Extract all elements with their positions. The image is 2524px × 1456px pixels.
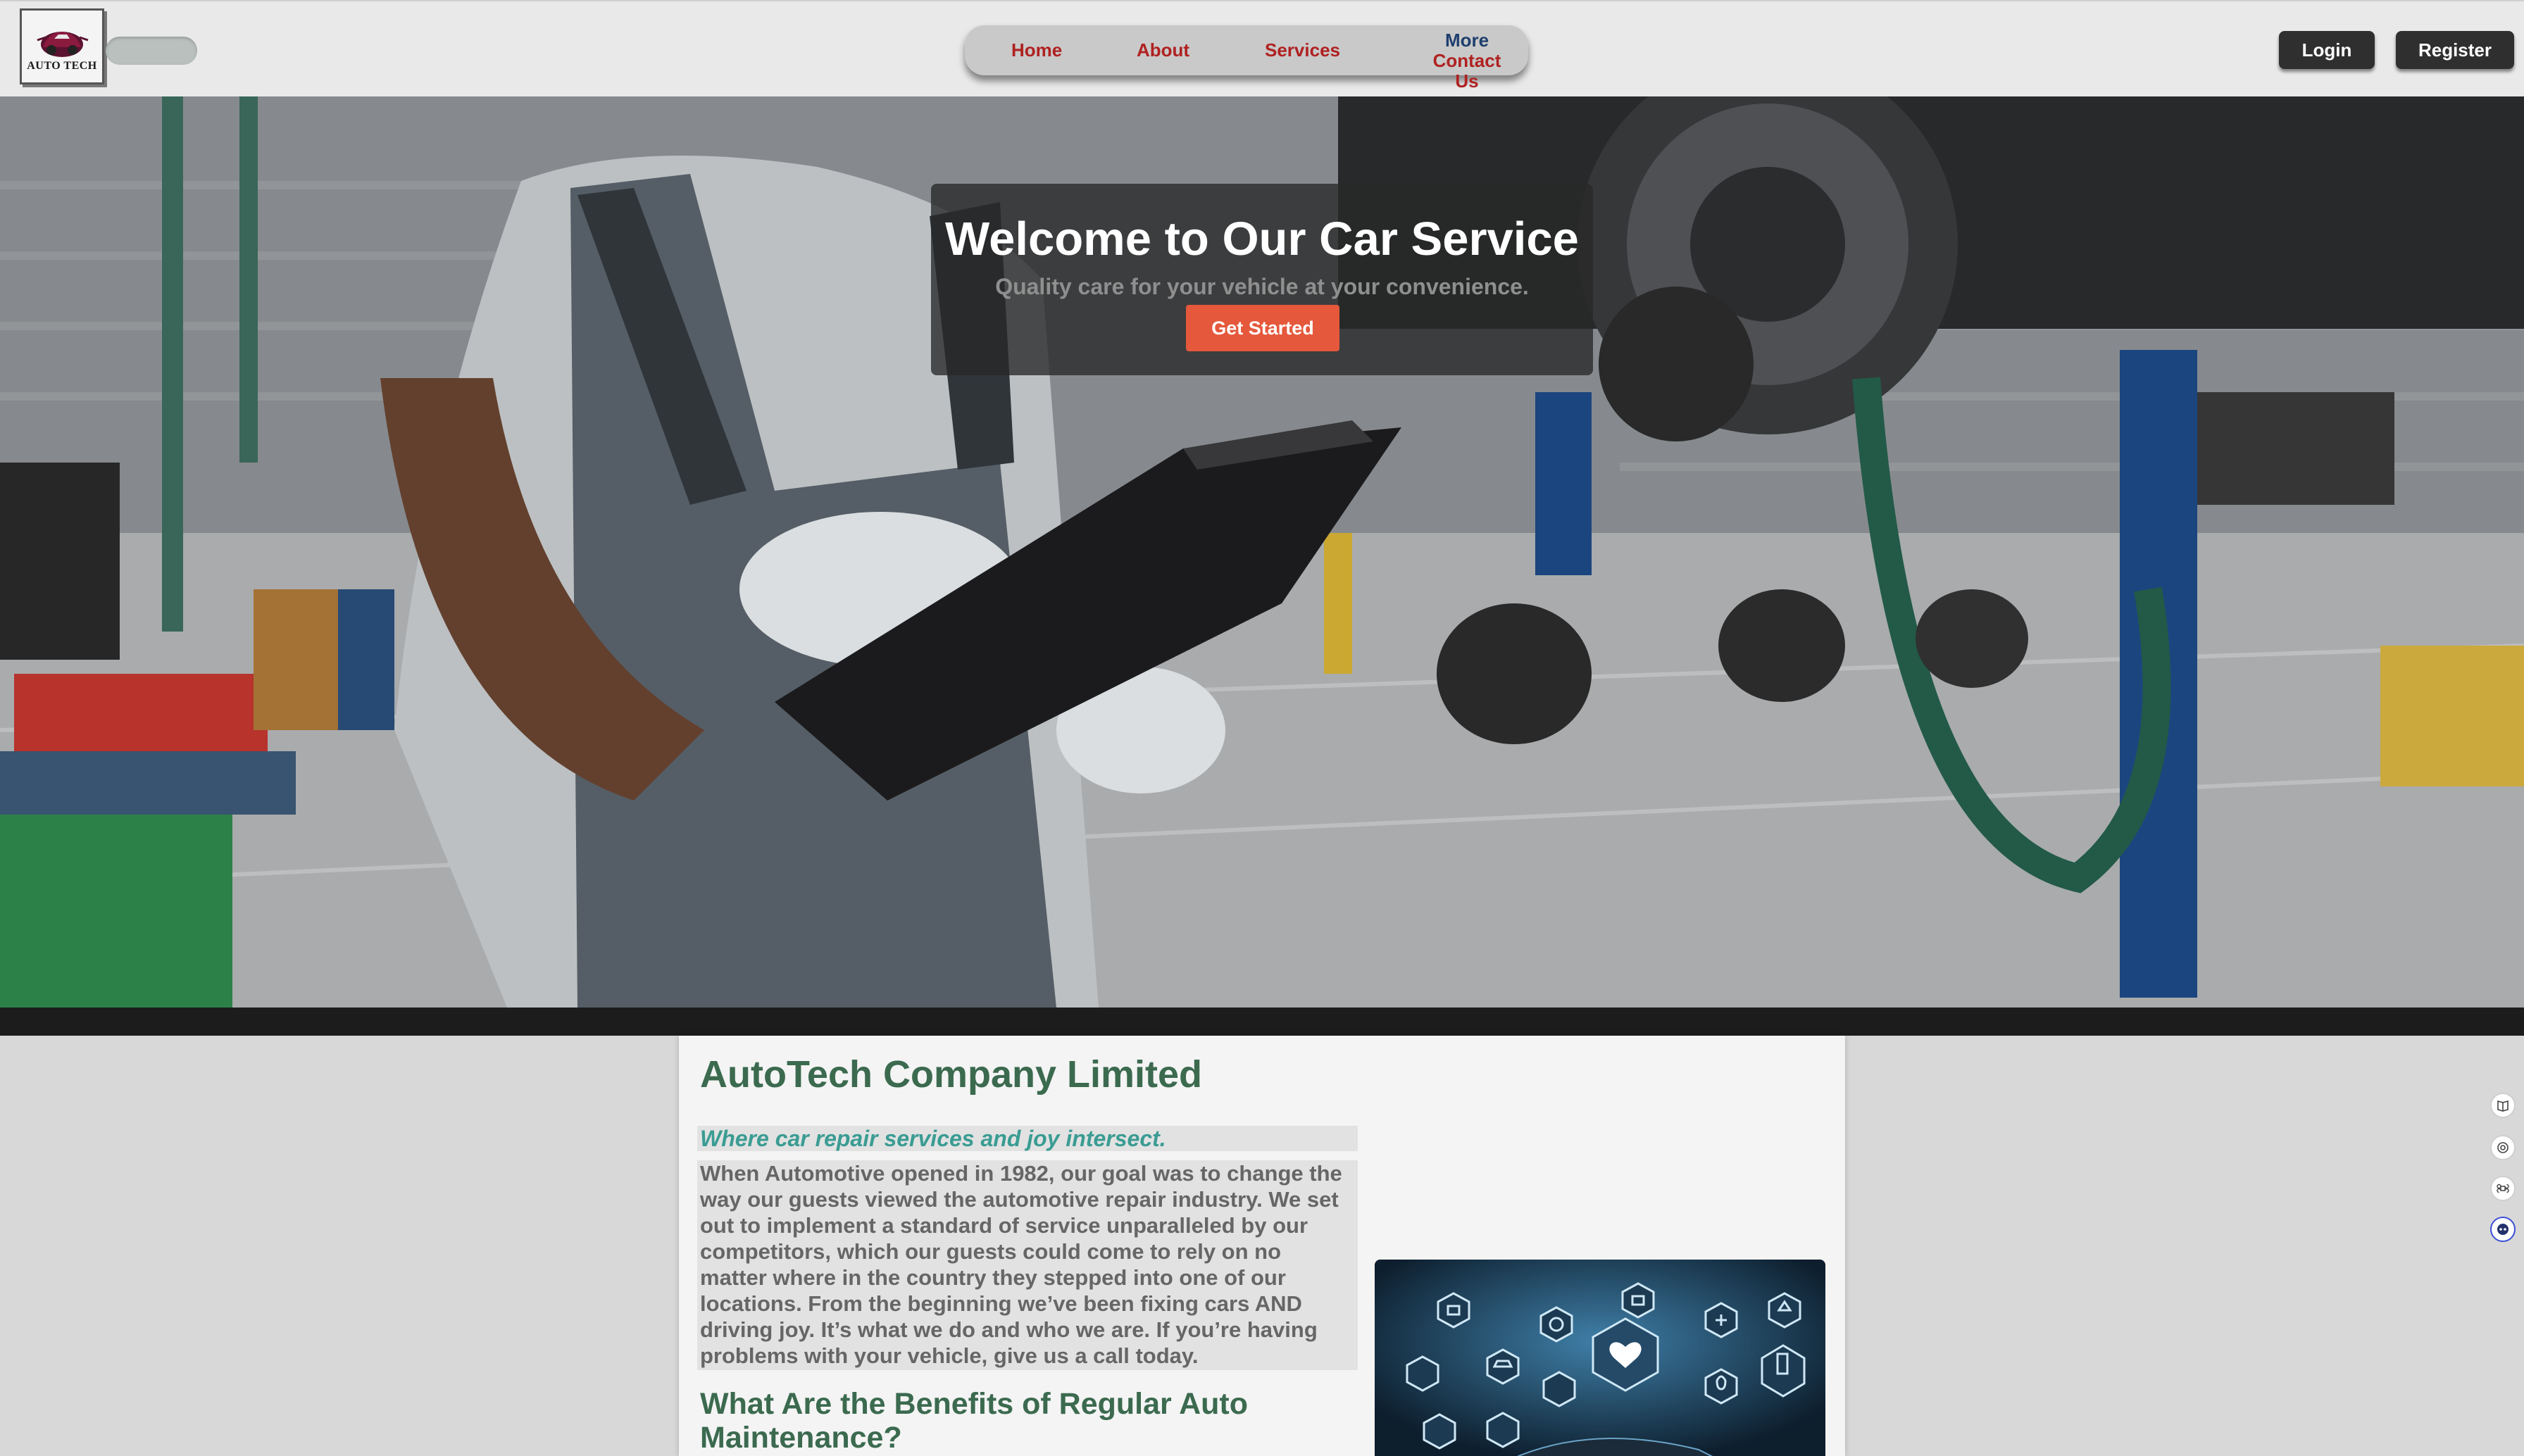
nav-home[interactable]: Home: [1011, 39, 1062, 61]
hero-divider: [0, 1008, 2524, 1036]
hero-title: Welcome to Our Car Service: [945, 213, 1579, 265]
main-nav: Home About Services More Contact Us: [965, 25, 1528, 92]
car-logo-icon: [37, 32, 89, 57]
logo-toggle[interactable]: [106, 37, 197, 65]
company-tagline: Where car repair services and joy inters…: [697, 1126, 1358, 1151]
command-icon[interactable]: [2490, 1176, 2516, 1201]
target-icon[interactable]: [2490, 1135, 2516, 1160]
get-started-button[interactable]: Get Started: [1186, 305, 1339, 351]
nav-services[interactable]: Services: [1265, 39, 1340, 61]
hero-subtitle: Quality care for your vehicle at your co…: [995, 274, 1529, 299]
book-icon[interactable]: [2490, 1093, 2516, 1118]
hero-section: Welcome to Our Car Service Quality care …: [0, 96, 2524, 1008]
login-button[interactable]: Login: [2279, 31, 2375, 69]
car-tech-icons-image: [1375, 1260, 1825, 1456]
nav-contact-us[interactable]: Contact Us: [1428, 51, 1506, 92]
about-paragraph: When Automotive opened in 1982, our goal…: [697, 1160, 1358, 1370]
nav-more[interactable]: More: [1428, 30, 1506, 51]
company-title: AutoTech Company Limited: [700, 1053, 1203, 1096]
nav-more-group: More Contact Us: [1428, 30, 1506, 92]
about-section: AutoTech Company Limited Where car repai…: [679, 1036, 1845, 1456]
logo-text: AUTO TECH: [27, 60, 97, 72]
autotech-logo[interactable]: AUTO TECH: [20, 8, 104, 84]
hero-card: Welcome to Our Car Service Quality care …: [931, 184, 1593, 375]
chatbot-icon[interactable]: [2490, 1217, 2516, 1242]
register-button[interactable]: Register: [2396, 31, 2514, 69]
nav-about[interactable]: About: [1137, 39, 1189, 61]
benefits-heading: What Are the Benefits of Regular Auto Ma…: [700, 1387, 1249, 1455]
site-header: AUTO TECH Home About Services More Conta…: [0, 0, 2524, 96]
car-diagnostics-graphic: [1375, 1260, 1825, 1456]
